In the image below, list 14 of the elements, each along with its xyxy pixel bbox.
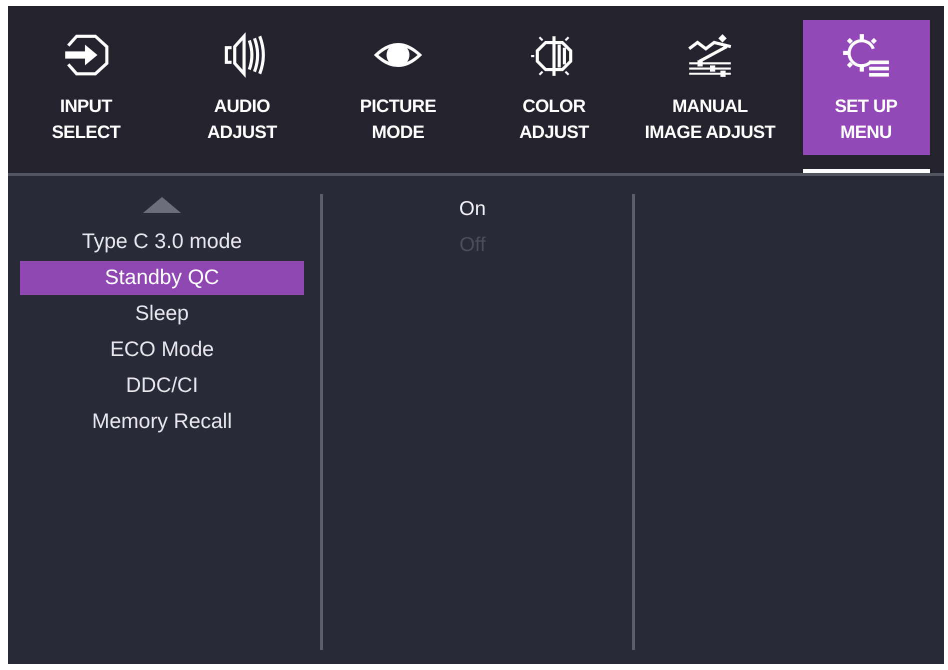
- menu-item[interactable]: Type C 3.0 mode: [20, 225, 304, 259]
- menu-tab[interactable]: SET UP MENU: [802, 20, 930, 155]
- option-item[interactable]: On: [459, 192, 486, 226]
- menu-item[interactable]: Sleep: [20, 297, 304, 331]
- menu-tab[interactable]: INPUT SELECT: [22, 20, 150, 155]
- gear-list-icon: [841, 32, 891, 78]
- menu-tab[interactable]: PICTURE MODE: [334, 20, 462, 155]
- menu-item[interactable]: Standby QC: [20, 261, 304, 295]
- menu-item[interactable]: DDC/CI: [20, 369, 304, 403]
- menu-tab[interactable]: AUDIO ADJUST: [178, 20, 306, 155]
- menu-tab[interactable]: MANUAL IMAGE ADJUST: [642, 20, 778, 155]
- menu-item[interactable]: ECO Mode: [20, 333, 304, 367]
- menu-tab[interactable]: COLOR ADJUST: [490, 20, 618, 155]
- menu-item[interactable]: Memory Recall: [20, 405, 304, 439]
